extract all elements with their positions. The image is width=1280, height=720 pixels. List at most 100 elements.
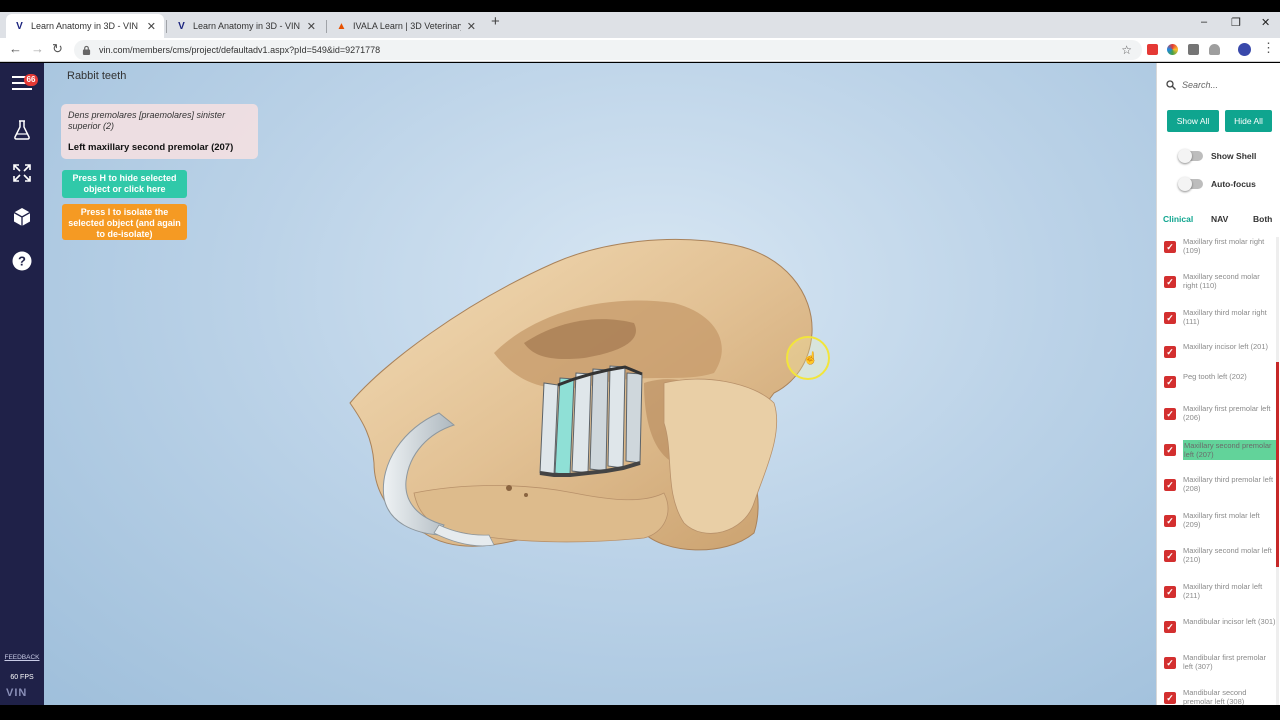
- visibility-checkbox[interactable]: ✓: [1164, 621, 1176, 633]
- structure-label: Mandibular first premolar left (307): [1183, 653, 1266, 671]
- vin-logo: VIN: [6, 687, 28, 699]
- structure-label: Maxillary first molar left (209): [1183, 511, 1260, 529]
- window-close-icon[interactable]: ✕: [1261, 16, 1270, 29]
- browser-toolbar: ← → ↻ vin.com/members/cms/project/defaul…: [0, 38, 1280, 62]
- tab-both[interactable]: Both: [1253, 214, 1272, 224]
- visibility-checkbox[interactable]: ✓: [1164, 444, 1176, 456]
- search-input[interactable]: [1182, 80, 1272, 90]
- 3d-viewport[interactable]: Rabbit teeth Dens premolares [praemolare…: [44, 63, 1156, 705]
- tab-title: Learn Anatomy in 3D - VIN: [193, 21, 301, 31]
- visibility-checkbox[interactable]: ✓: [1164, 657, 1176, 669]
- structure-list-item[interactable]: ✓ Maxillary first molar right (109): [1157, 237, 1279, 263]
- browser-tab-3[interactable]: ▲ IVALA Learn | 3D Veterinary Anat ✕: [328, 14, 484, 38]
- tab-nav[interactable]: NAV: [1211, 214, 1228, 224]
- visibility-checkbox[interactable]: ✓: [1164, 479, 1176, 491]
- rabbit-skull-model[interactable]: [344, 233, 824, 563]
- show-shell-toggle[interactable]: [1178, 149, 1203, 163]
- structure-label: Mandibular incisor left (301): [1183, 617, 1276, 626]
- reload-icon[interactable]: ↻: [52, 41, 63, 57]
- visibility-checkbox[interactable]: ✓: [1164, 515, 1176, 527]
- hide-all-button[interactable]: Hide All: [1225, 110, 1272, 132]
- tab-clinical[interactable]: Clinical: [1163, 214, 1193, 224]
- selected-structure-card: Dens premolares [praemolares] sinister s…: [61, 104, 258, 159]
- extension-icon[interactable]: [1167, 44, 1178, 55]
- structure-label: Maxillary third molar left (211): [1183, 582, 1263, 600]
- browser-menu-icon[interactable]: ⋮: [1262, 40, 1275, 56]
- close-tab-icon[interactable]: ✕: [147, 20, 156, 33]
- visibility-checkbox[interactable]: ✓: [1164, 550, 1176, 562]
- anatomy-app: 66 ? FEEDBACK 60 FPS VIN Rabbit teeth De…: [0, 63, 1280, 705]
- auto-focus-label: Auto-focus: [1211, 179, 1256, 189]
- structure-list-item[interactable]: ✓ Maxillary first molar left (209): [1157, 511, 1279, 537]
- search-row: [1157, 71, 1280, 99]
- extension-icon[interactable]: [1188, 44, 1199, 55]
- forward-icon[interactable]: →: [31, 41, 44, 56]
- structure-label: Maxillary second molar left (210): [1183, 546, 1272, 564]
- hide-selected-button[interactable]: Press H to hide selected object or click…: [62, 170, 187, 198]
- show-shell-toggle-row[interactable]: Show Shell: [1178, 149, 1257, 163]
- feedback-link[interactable]: FEEDBACK: [0, 654, 44, 661]
- tab-title: IVALA Learn | 3D Veterinary Anat: [353, 21, 461, 31]
- structure-label: Maxillary third premolar left (208): [1183, 475, 1274, 493]
- show-shell-label: Show Shell: [1211, 151, 1257, 161]
- browser-tab-strip: V Learn Anatomy in 3D - VIN ✕ V Learn An…: [0, 12, 1280, 38]
- tab-separator: [166, 20, 167, 33]
- bookmark-star-icon[interactable]: ☆: [1121, 43, 1132, 57]
- selected-common-name: Left maxillary second premolar (207): [68, 142, 234, 153]
- structure-list: ✓ Maxillary first molar right (109) ✓ Maxil…: [1157, 237, 1280, 705]
- structure-label: Mandibular second premolar left (308): [1183, 688, 1247, 705]
- structure-list-item[interactable]: ✓ Maxillary incisor left (201): [1157, 342, 1279, 368]
- new-tab-icon[interactable]: +: [491, 13, 500, 30]
- lock-icon: [82, 45, 91, 55]
- expand-icon[interactable]: [11, 162, 33, 184]
- minimize-icon[interactable]: –: [1201, 16, 1207, 28]
- structure-list-item[interactable]: ✓ Maxillary first premolar left (206): [1157, 404, 1279, 430]
- browser-tab-1[interactable]: V Learn Anatomy in 3D - VIN ✕: [6, 14, 164, 38]
- auto-focus-toggle-row[interactable]: Auto-focus: [1178, 177, 1256, 191]
- visibility-checkbox[interactable]: ✓: [1164, 408, 1176, 420]
- screen: V Learn Anatomy in 3D - VIN ✕ V Learn An…: [0, 0, 1280, 720]
- structure-list-item[interactable]: ✓ Maxillary second molar right (110): [1157, 272, 1279, 298]
- close-tab-icon[interactable]: ✕: [307, 20, 316, 33]
- cube-icon[interactable]: [11, 206, 33, 228]
- visibility-checkbox[interactable]: ✓: [1164, 276, 1176, 288]
- structure-list-item[interactable]: ✓ Maxillary third premolar left (208): [1157, 475, 1279, 501]
- bottom-edge: [0, 705, 1280, 720]
- structure-list-item[interactable]: ✓ Peg tooth left (202): [1157, 372, 1279, 398]
- visibility-checkbox[interactable]: ✓: [1164, 241, 1176, 253]
- structure-label: Maxillary first molar right (109): [1183, 237, 1265, 255]
- isolate-selected-button[interactable]: Press I to isolate the selected object (…: [62, 204, 187, 240]
- visibility-checkbox[interactable]: ✓: [1164, 376, 1176, 388]
- back-icon[interactable]: ←: [9, 41, 22, 56]
- extension-icon[interactable]: [1209, 44, 1220, 55]
- structure-label: Peg tooth left (202): [1183, 372, 1247, 381]
- extension-icon[interactable]: [1147, 44, 1158, 55]
- browser-tab-2[interactable]: V Learn Anatomy in 3D - VIN ✕: [168, 14, 324, 38]
- visibility-checkbox[interactable]: ✓: [1164, 312, 1176, 324]
- profile-avatar[interactable]: [1238, 43, 1251, 56]
- structure-list-item[interactable]: ✓ Maxillary second premolar left (207): [1157, 440, 1279, 466]
- structure-label: Maxillary second premolar left (207): [1183, 440, 1276, 460]
- structure-list-item[interactable]: ✓ Maxillary third molar left (211): [1157, 582, 1279, 608]
- selected-latin-name: Dens premolares [praemolares] sinister s…: [68, 110, 226, 131]
- visibility-checkbox[interactable]: ✓: [1164, 586, 1176, 598]
- structure-label: Maxillary first premolar left (206): [1183, 404, 1271, 422]
- structure-list-item[interactable]: ✓ Mandibular first premolar left (307): [1157, 653, 1279, 679]
- visibility-checkbox[interactable]: ✓: [1164, 346, 1176, 358]
- restore-icon[interactable]: ❐: [1231, 16, 1241, 29]
- scrollbar-thumb[interactable]: [1276, 362, 1279, 567]
- address-bar[interactable]: vin.com/members/cms/project/defaultadv1.…: [74, 40, 1142, 60]
- notification-badge: 66: [24, 74, 38, 86]
- help-icon[interactable]: ?: [11, 250, 33, 272]
- url-text: vin.com/members/cms/project/defaultadv1.…: [99, 45, 381, 55]
- auto-focus-toggle[interactable]: [1178, 177, 1203, 191]
- structure-list-item[interactable]: ✓ Maxillary third molar right (111): [1157, 308, 1279, 334]
- structure-list-item[interactable]: ✓ Mandibular second premolar left (308): [1157, 688, 1279, 705]
- show-all-button[interactable]: Show All: [1167, 110, 1219, 132]
- close-tab-icon[interactable]: ✕: [467, 20, 476, 33]
- flask-icon[interactable]: [11, 119, 33, 141]
- structure-list-item[interactable]: ✓ Mandibular incisor left (301): [1157, 617, 1279, 643]
- fps-counter: 60 FPS: [10, 674, 34, 681]
- structure-list-item[interactable]: ✓ Maxillary second molar left (210): [1157, 546, 1279, 572]
- visibility-checkbox[interactable]: ✓: [1164, 692, 1176, 704]
